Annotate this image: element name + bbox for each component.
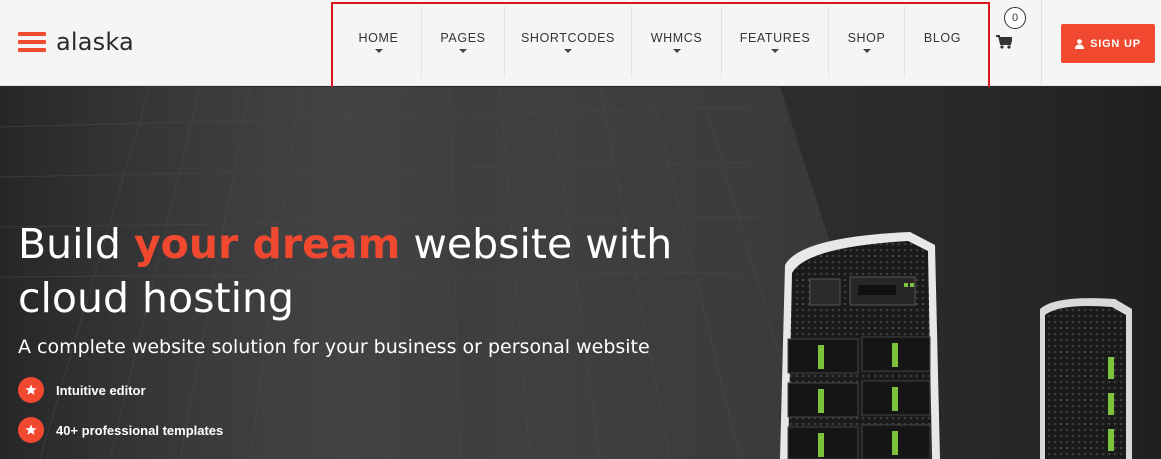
nav-label: SHORTCODES xyxy=(521,31,615,45)
brand-name: alaska xyxy=(56,28,134,56)
user-icon xyxy=(1075,38,1085,49)
star-icon xyxy=(18,377,44,403)
feature-label: 40+ professional templates xyxy=(56,422,224,438)
logo[interactable]: alaska xyxy=(18,26,134,58)
main-nav: HOME PAGES SHORTCODES WHMCS FEATURES SHO… xyxy=(336,6,980,86)
star-icon xyxy=(18,417,44,443)
nav-label: PAGES xyxy=(440,31,486,45)
nav-label: BLOG xyxy=(923,31,962,45)
nav-item-shortcodes[interactable]: SHORTCODES xyxy=(505,6,632,78)
feature-list: Intuitive editor 40+ professional templa… xyxy=(18,377,223,457)
list-item: Intuitive editor xyxy=(18,377,223,403)
sign-up-label: SIGN UP xyxy=(1090,37,1141,50)
menu-icon[interactable] xyxy=(18,32,46,52)
nav-item-pages[interactable]: PAGES xyxy=(422,6,505,78)
caret-down-icon xyxy=(862,49,871,53)
hero-section: Build your dream website with cloud host… xyxy=(0,87,1161,459)
caret-down-icon xyxy=(564,49,572,53)
shopping-cart-icon[interactable] xyxy=(996,35,1012,49)
hero-title-accent: your dream xyxy=(133,220,401,268)
nav-label: HOME xyxy=(358,31,399,45)
nav-item-home[interactable]: HOME xyxy=(336,6,422,78)
site-header: alaska HOME PAGES SHORTCODES WHMCS FEATU… xyxy=(0,0,1161,86)
server-rack-image xyxy=(780,232,1132,459)
nav-label: SHOP xyxy=(847,31,886,45)
feature-label: Intuitive editor xyxy=(56,382,146,398)
nav-item-features[interactable]: FEATURES xyxy=(722,6,829,78)
nav-label: FEATURES xyxy=(739,31,811,45)
list-item: 40+ professional templates xyxy=(18,417,223,443)
caret-down-icon xyxy=(771,49,779,53)
caret-down-icon xyxy=(374,49,383,53)
nav-item-whmcs[interactable]: WHMCS xyxy=(632,6,722,78)
nav-item-blog[interactable]: BLOG xyxy=(905,6,980,78)
caret-down-icon xyxy=(459,49,467,53)
hero-title: Build your dream website with cloud host… xyxy=(18,217,718,325)
hero-subtitle: A complete website solution for your bus… xyxy=(18,336,650,358)
nav-label: WHMCS xyxy=(650,31,703,45)
nav-item-shop[interactable]: SHOP xyxy=(829,6,905,78)
caret-down-icon xyxy=(672,49,681,53)
sign-up-button[interactable]: SIGN UP xyxy=(1061,24,1155,63)
hero-title-start: Build xyxy=(18,220,134,268)
cart-count-badge: 0 xyxy=(1004,7,1026,29)
